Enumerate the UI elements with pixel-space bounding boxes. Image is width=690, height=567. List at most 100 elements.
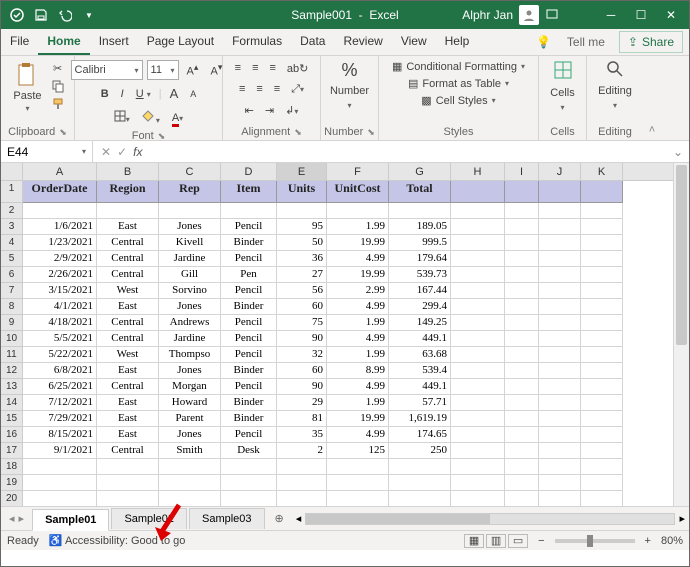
prev-sheet-icon[interactable]: ◂ <box>9 512 15 525</box>
cell[interactable] <box>505 395 539 411</box>
cell[interactable]: 539.4 <box>389 363 451 379</box>
cell[interactable] <box>539 235 581 251</box>
autosave-icon[interactable] <box>9 7 25 23</box>
sheet-tab-2[interactable]: Sample02 <box>111 508 187 529</box>
cell[interactable]: 1,619.19 <box>389 411 451 427</box>
column-header-J[interactable]: J <box>539 163 581 180</box>
align-right-icon[interactable]: ≡ <box>270 81 284 98</box>
cell[interactable] <box>159 475 221 491</box>
alignment-launcher-icon[interactable]: ⬊ <box>294 127 302 138</box>
row-header[interactable]: 12 <box>1 363 22 379</box>
cell[interactable] <box>581 459 623 475</box>
tab-view[interactable]: View <box>392 28 436 55</box>
cell[interactable]: Gill <box>159 267 221 283</box>
cell[interactable] <box>451 475 505 491</box>
cell[interactable]: Binder <box>221 411 277 427</box>
row-header[interactable]: 4 <box>1 235 22 251</box>
user-avatar-icon[interactable] <box>519 5 539 25</box>
cell[interactable] <box>581 491 623 506</box>
cell[interactable] <box>581 427 623 443</box>
cell[interactable]: 90 <box>277 331 327 347</box>
cell[interactable]: Central <box>97 331 159 347</box>
cell[interactable]: Total <box>389 181 451 203</box>
cell[interactable] <box>451 315 505 331</box>
cell[interactable]: East <box>97 411 159 427</box>
cell[interactable] <box>159 491 221 506</box>
cell[interactable]: 75 <box>277 315 327 331</box>
cell[interactable] <box>505 379 539 395</box>
cell[interactable] <box>539 459 581 475</box>
cell[interactable] <box>451 411 505 427</box>
cell[interactable]: Smith <box>159 443 221 459</box>
vertical-scrollbar[interactable] <box>673 163 689 506</box>
decrease-indent-icon[interactable]: ⇤ <box>241 102 258 119</box>
column-header-D[interactable]: D <box>221 163 277 180</box>
cell[interactable]: Region <box>97 181 159 203</box>
zoom-out-button[interactable]: − <box>538 535 544 547</box>
cell[interactable]: 3/15/2021 <box>23 283 97 299</box>
editing-icon[interactable] <box>606 60 624 81</box>
cell[interactable] <box>539 395 581 411</box>
share-button[interactable]: ⇪Share <box>619 31 683 53</box>
name-box[interactable]: E44▾ <box>1 141 93 162</box>
font-size-select[interactable]: 11▾ <box>147 60 179 80</box>
cell[interactable] <box>23 491 97 506</box>
close-button[interactable]: ✕ <box>657 4 685 26</box>
cell[interactable]: 50 <box>277 235 327 251</box>
row-header[interactable]: 3 <box>1 219 22 235</box>
cell[interactable] <box>581 347 623 363</box>
cell[interactable]: Pencil <box>221 347 277 363</box>
cell[interactable] <box>581 219 623 235</box>
cell[interactable] <box>505 411 539 427</box>
cell[interactable] <box>539 283 581 299</box>
cell[interactable] <box>505 427 539 443</box>
cell[interactable] <box>539 379 581 395</box>
cell[interactable]: 149.25 <box>389 315 451 331</box>
row-header[interactable]: 7 <box>1 283 22 299</box>
copy-icon[interactable] <box>50 78 66 94</box>
font-shrink-icon[interactable]: A <box>186 87 200 101</box>
row-header[interactable]: 14 <box>1 395 22 411</box>
cell[interactable]: East <box>97 299 159 315</box>
cell[interactable] <box>505 443 539 459</box>
column-header-H[interactable]: H <box>451 163 505 180</box>
ribbon-display-icon[interactable] <box>545 7 559 24</box>
cell[interactable] <box>581 181 623 203</box>
cell[interactable] <box>505 283 539 299</box>
new-sheet-button[interactable]: ⊕ <box>267 512 292 525</box>
cell[interactable]: 2/9/2021 <box>23 251 97 267</box>
cell[interactable] <box>159 459 221 475</box>
cell[interactable]: 125 <box>327 443 389 459</box>
cell[interactable] <box>505 459 539 475</box>
next-sheet-icon[interactable]: ▸ <box>19 512 25 525</box>
zoom-level[interactable]: 80% <box>661 535 683 547</box>
cell[interactable] <box>581 235 623 251</box>
cell[interactable] <box>581 411 623 427</box>
column-header-C[interactable]: C <box>159 163 221 180</box>
cell[interactable] <box>97 203 159 219</box>
cell[interactable]: 32 <box>277 347 327 363</box>
column-header-F[interactable]: F <box>327 163 389 180</box>
tell-me[interactable]: Tell me <box>559 29 613 55</box>
cell[interactable] <box>327 459 389 475</box>
column-header-K[interactable]: K <box>581 163 623 180</box>
number-format-button[interactable]: Number <box>330 85 369 97</box>
zoom-slider[interactable] <box>555 539 635 543</box>
align-top-icon[interactable]: ≡ <box>231 60 245 77</box>
cell[interactable]: 189.05 <box>389 219 451 235</box>
cell[interactable]: 6/25/2021 <box>23 379 97 395</box>
cell[interactable] <box>451 379 505 395</box>
cell[interactable]: 90 <box>277 379 327 395</box>
cell[interactable]: 4.99 <box>327 251 389 267</box>
undo-icon[interactable] <box>57 7 73 23</box>
cell[interactable] <box>505 315 539 331</box>
cell[interactable] <box>539 363 581 379</box>
sheet-tab-1[interactable]: Sample01 <box>32 509 109 531</box>
accessibility-status[interactable]: ♿ Accessibility: Good to go <box>49 534 186 547</box>
horizontal-scrollbar[interactable]: ◂▸ <box>292 512 689 525</box>
borders-icon[interactable]: ▾ <box>110 108 134 127</box>
cell[interactable]: 27 <box>277 267 327 283</box>
row-header[interactable]: 10 <box>1 331 22 347</box>
cells-button[interactable]: Cells <box>550 87 574 99</box>
cell[interactable]: West <box>97 283 159 299</box>
